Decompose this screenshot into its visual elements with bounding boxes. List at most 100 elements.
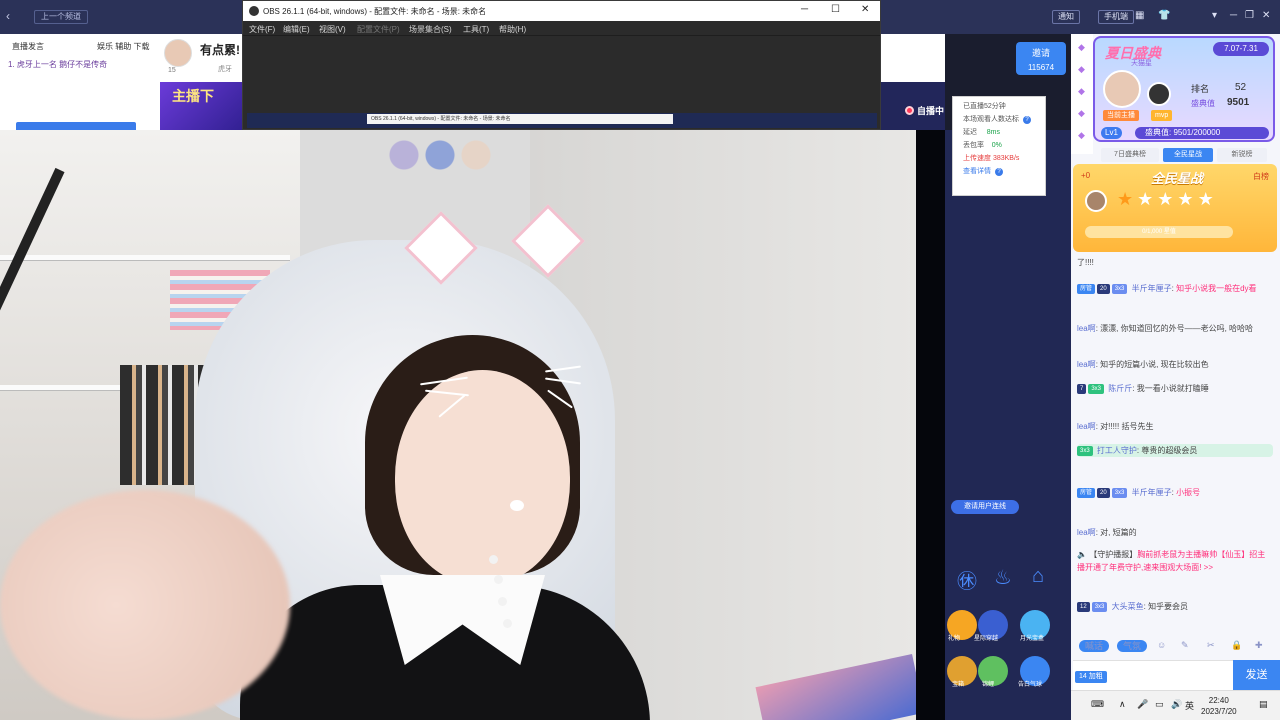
message-user[interactable]: lea啊: [1077, 360, 1096, 369]
message-user[interactable]: lea啊: [1077, 422, 1096, 431]
edit-icon[interactable]: ✎: [1181, 640, 1189, 651]
chevron-up-icon[interactable]: ∧: [1119, 699, 1126, 710]
stat-duration: 已直播52分钟: [963, 103, 1006, 110]
stat-details-link[interactable]: 查看详情: [963, 168, 991, 175]
lock-icon[interactable]: 🔒: [1231, 640, 1242, 651]
pin-icon[interactable]: ✚: [1255, 640, 1263, 651]
obs-window[interactable]: OBS 26.1.1 (64-bit, windows) - 配置文件: 未命名…: [242, 0, 881, 130]
tab-star-war[interactable]: 全民星战: [1163, 148, 1213, 162]
live-dot-icon: [905, 106, 914, 115]
network-icon[interactable]: ▭: [1155, 699, 1164, 710]
badge: 20: [1097, 284, 1110, 294]
activity-icon[interactable]: ◆: [1078, 42, 1085, 53]
menu-profile[interactable]: 配置文件(P): [357, 24, 400, 35]
tab-chat[interactable]: 直播发言: [12, 41, 44, 52]
message-user[interactable]: 半斤年厘子: [1132, 488, 1172, 497]
help-icon[interactable]: ?: [1023, 116, 1031, 124]
phone-button[interactable]: 手机端: [1098, 10, 1134, 24]
close-icon[interactable]: ✕: [1262, 10, 1270, 21]
volume-icon[interactable]: 🔊: [1171, 699, 1182, 710]
chat-message: 房管 20 3x3 半斤年厘子: 小振号: [1077, 486, 1273, 499]
message-user[interactable]: 陈斤斤: [1108, 384, 1132, 393]
chat-input-field[interactable]: 14 加粗: [1073, 660, 1233, 690]
rank-label: 排名: [1191, 84, 1210, 94]
invite-connect-button[interactable]: 邀请用户连线: [951, 500, 1019, 514]
left-panel: 直播发言 娱乐 辅助 下载 1. 虎牙上一名 鹅仔不是传奇: [0, 34, 160, 132]
level-badge: Lv1: [1101, 127, 1122, 139]
font-tag[interactable]: 14 加粗: [1075, 671, 1107, 683]
maximize-icon[interactable]: ❐: [1245, 10, 1254, 21]
message-text: 知乎小说我一般在dy看: [1176, 284, 1257, 293]
scissors-icon[interactable]: ✂: [1207, 640, 1215, 651]
tab-tools[interactable]: 娱乐 辅助 下载: [97, 41, 149, 52]
guard-broadcast[interactable]: 🔈 【守护播报】胸前抓老鼠为主播嘛帅【仙玉】招主播开通了年费守护,速来围观大场面…: [1077, 548, 1273, 574]
star-war-card[interactable]: +0 全民星战 白榜 ★★★★★ 0/1,000 星值: [1073, 164, 1277, 252]
minimize-icon[interactable]: ─: [1230, 10, 1237, 21]
ime-language[interactable]: 英: [1185, 699, 1194, 712]
menu-view[interactable]: 视图(V): [319, 24, 346, 35]
shirt-button-icon: [489, 555, 498, 564]
badge: 房管: [1077, 284, 1096, 294]
emoji-icon[interactable]: ☺: [1157, 640, 1166, 650]
video-preview[interactable]: [0, 130, 916, 720]
avatar[interactable]: [1085, 190, 1107, 212]
chevron-down-icon[interactable]: ▾: [1212, 10, 1217, 21]
star-war-tag[interactable]: 白榜: [1253, 171, 1269, 182]
message-text: 漂漂, 你知道回忆的外号——老公吗, 哈哈哈: [1100, 324, 1254, 333]
promo-banner[interactable]: 主播下: [160, 82, 248, 130]
tab-new-rank[interactable]: 新锐榜: [1217, 148, 1267, 162]
menu-tools[interactable]: 工具(T): [463, 24, 489, 35]
message-user[interactable]: 半斤年厘子: [1132, 284, 1172, 293]
message-user[interactable]: 大头菜鱼: [1112, 602, 1144, 611]
windows-taskbar: ⌨ ∧ 🎤 ▭ 🔊 英 22:40 2023/7/20 ▤: [1071, 690, 1280, 720]
chat-message: lea啊: 对, 短篇的: [1077, 528, 1137, 537]
shout-button[interactable]: 喊话: [1079, 640, 1110, 652]
activity-icon[interactable]: ◆: [1078, 64, 1085, 75]
sleep-icon[interactable]: ㊡: [957, 565, 977, 594]
activity-icon[interactable]: ◆: [1078, 86, 1085, 97]
grid-icon[interactable]: ▦: [1135, 10, 1144, 21]
taskbar-clock[interactable]: 22:40 2023/7/20: [1201, 695, 1237, 717]
rank-card[interactable]: 夏日盛典 天猫星 7.07-7.31 当前主播 mvp 排名 52 盛典值 95…: [1093, 36, 1275, 142]
help-icon[interactable]: ?: [995, 168, 1003, 176]
send-button[interactable]: 发送: [1233, 660, 1280, 690]
obs-menubar: 文件(F) 编辑(E) 视图(V) 配置文件(P) 场景集合(S) 工具(T) …: [243, 21, 880, 36]
avatar[interactable]: [1103, 70, 1141, 108]
atmosphere-button[interactable]: 气氛: [1117, 640, 1148, 652]
menu-file[interactable]: 文件(F): [249, 24, 275, 35]
message-user[interactable]: lea啊: [1077, 324, 1096, 333]
maximize-icon[interactable]: ☐: [831, 4, 840, 15]
minimize-icon[interactable]: ─: [801, 4, 808, 15]
bag-icon[interactable]: ♨: [994, 565, 1012, 590]
obs-titlebar[interactable]: OBS 26.1.1 (64-bit, windows) - 配置文件: 未命名…: [243, 1, 880, 21]
stream-title[interactable]: 有点累!: [200, 41, 240, 58]
stat-latency-label: 延迟: [963, 129, 977, 136]
activity-icon[interactable]: ◆: [1078, 130, 1085, 141]
mic-icon[interactable]: 🎤: [1137, 699, 1148, 710]
avatar[interactable]: [1147, 82, 1171, 106]
keyboard-icon[interactable]: ⌨: [1091, 699, 1104, 710]
activity-icon[interactable]: ◆: [1078, 108, 1085, 119]
menu-help[interactable]: 帮助(H): [499, 24, 526, 35]
rank-sub: 天猫星: [1131, 60, 1152, 67]
obs-window-title: OBS 26.1.1 (64-bit, windows) - 配置文件: 未命名…: [263, 7, 487, 16]
close-icon[interactable]: ✕: [861, 4, 869, 15]
star-empty-icon: ★: [1157, 189, 1178, 209]
avatar[interactable]: [164, 39, 192, 67]
notify-button[interactable]: 通知: [1052, 10, 1080, 24]
tab-7day-rank[interactable]: 7日盛典榜: [1101, 148, 1159, 162]
shirt-icon[interactable]: 👕: [1158, 10, 1170, 21]
previous-channel-button[interactable]: 上一个频道: [34, 10, 88, 24]
message-user[interactable]: 打工人守护: [1097, 446, 1137, 455]
face-image: [395, 370, 570, 585]
back-icon[interactable]: ‹: [6, 9, 10, 23]
chat-message: 7 3x3 陈斤斤: 我一看小说就打瞌睡: [1077, 382, 1273, 395]
shop-icon[interactable]: ⌂: [1032, 565, 1044, 588]
message-user[interactable]: lea啊: [1077, 528, 1096, 537]
chat-message: lea啊: 漂漂, 你知道回忆的外号——老公吗, 哈哈哈: [1077, 324, 1254, 333]
menu-edit[interactable]: 编辑(E): [283, 24, 310, 35]
notification-icon[interactable]: ▤: [1259, 699, 1268, 710]
auto-live-indicator[interactable]: 自播中: [905, 104, 944, 117]
invite-button[interactable]: 邀请 115674: [1016, 42, 1066, 75]
menu-scene-collection[interactable]: 场景集合(S): [409, 24, 452, 35]
